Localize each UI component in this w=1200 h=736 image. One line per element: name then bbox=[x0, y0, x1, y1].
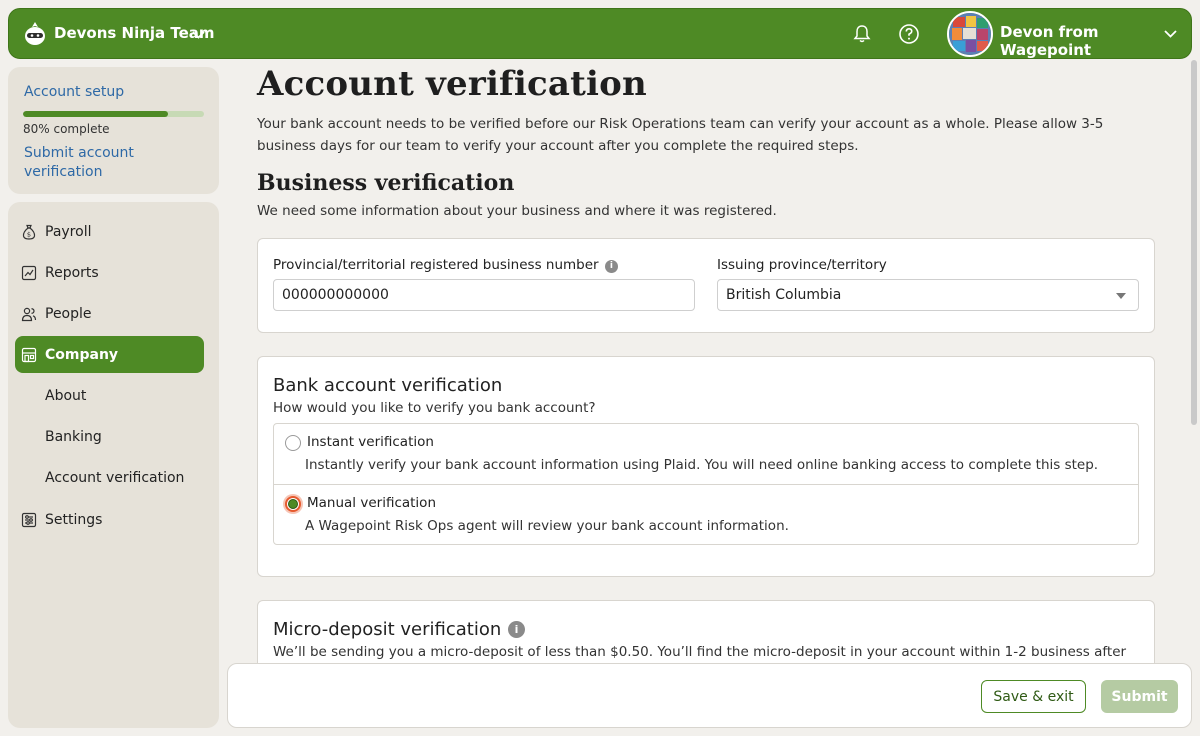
micro-deposit-card: Micro-deposit verification i We’ll be se… bbox=[257, 600, 1155, 670]
info-icon[interactable]: i bbox=[508, 621, 525, 638]
business-verification-subtitle: We need some information about your busi… bbox=[257, 203, 777, 219]
sidebar-item-label: Reports bbox=[45, 264, 99, 281]
business-number-label-text: Provincial/territorial registered busine… bbox=[273, 257, 599, 273]
business-info-card: Provincial/territorial registered busine… bbox=[257, 238, 1155, 333]
store-icon bbox=[21, 347, 37, 363]
sidebar-item-payroll[interactable]: $ Payroll bbox=[15, 213, 204, 250]
progress-text: 80% complete bbox=[23, 122, 110, 136]
avatar[interactable] bbox=[947, 11, 993, 57]
sidebar-item-label: Company bbox=[45, 346, 119, 363]
manual-verification-radio[interactable] bbox=[285, 496, 301, 512]
sidebar-item-company[interactable]: Company bbox=[15, 336, 204, 373]
chevron-down-icon[interactable] bbox=[1163, 26, 1178, 41]
action-footer: Save & exit Submit bbox=[227, 663, 1192, 728]
submit-verification-link[interactable]: Submit account verification bbox=[24, 144, 174, 182]
page-title: Account verification bbox=[257, 64, 647, 104]
sidebar-subitem-account-verification[interactable]: Account verification bbox=[45, 470, 184, 486]
micro-deposit-description: We’ll be sending you a micro-deposit of … bbox=[273, 644, 1127, 660]
sidebar-item-label: People bbox=[45, 305, 92, 322]
business-number-input[interactable] bbox=[273, 279, 695, 311]
bank-verification-subtitle: How would you like to verify you bank ac… bbox=[273, 400, 596, 416]
option-title: Instant verification bbox=[307, 434, 434, 450]
option-description: Instantly verify your bank account infor… bbox=[305, 457, 1099, 473]
setup-progress-bar bbox=[23, 111, 204, 117]
option-description: A Wagepoint Risk Ops agent will review y… bbox=[305, 518, 789, 534]
svg-text:$: $ bbox=[27, 231, 31, 239]
money-bag-icon: $ bbox=[22, 224, 36, 240]
sidebar-subitem-banking[interactable]: Banking bbox=[45, 429, 102, 445]
province-select[interactable]: British Columbia bbox=[717, 279, 1139, 311]
sidebar-nav: $ Payroll Reports People Company About B… bbox=[8, 202, 219, 728]
option-manual-verification[interactable]: Manual verification A Wagepoint Risk Ops… bbox=[274, 484, 1138, 545]
logo-icon[interactable] bbox=[21, 20, 49, 48]
settings-icon bbox=[21, 512, 37, 528]
bank-verification-card: Bank account verification How would you … bbox=[257, 356, 1155, 577]
setup-progress-fill bbox=[23, 111, 168, 117]
sidebar-item-reports[interactable]: Reports bbox=[15, 254, 204, 291]
save-exit-button[interactable]: Save & exit bbox=[981, 680, 1086, 713]
province-select-value: British Columbia bbox=[726, 287, 842, 303]
caret-down-icon bbox=[1116, 293, 1126, 299]
top-bar: Devons Ninja Team Devon from Wagepoint bbox=[8, 8, 1192, 59]
bell-icon[interactable] bbox=[852, 24, 872, 44]
submit-button[interactable]: Submit bbox=[1101, 680, 1178, 713]
account-setup-link[interactable]: Account setup bbox=[24, 84, 124, 100]
option-title: Manual verification bbox=[307, 495, 437, 511]
micro-deposit-title: Micro-deposit verification bbox=[273, 619, 502, 640]
help-icon[interactable] bbox=[898, 23, 920, 45]
sidebar-item-people[interactable]: People bbox=[15, 295, 204, 332]
business-number-label: Provincial/territorial registered busine… bbox=[273, 257, 618, 273]
sidebar-subitem-about[interactable]: About bbox=[45, 388, 86, 404]
sidebar-item-label: Payroll bbox=[45, 223, 92, 240]
instant-verification-radio[interactable] bbox=[285, 435, 301, 451]
sidebar-item-label: Settings bbox=[45, 511, 103, 528]
sidebar-item-settings[interactable]: Settings bbox=[15, 501, 204, 538]
verification-options: Instant verification Instantly verify yo… bbox=[273, 423, 1139, 545]
intro-text: Your bank account needs to be verified b… bbox=[257, 116, 1104, 154]
account-setup-card: Account setup 80% complete Submit accoun… bbox=[8, 67, 219, 194]
province-label: Issuing province/territory bbox=[717, 257, 887, 273]
chevron-down-icon[interactable] bbox=[191, 27, 206, 42]
option-instant-verification[interactable]: Instant verification Instantly verify yo… bbox=[274, 424, 1138, 485]
bank-verification-title: Bank account verification bbox=[273, 375, 503, 396]
business-verification-title: Business verification bbox=[257, 170, 515, 196]
scrollbar[interactable] bbox=[1191, 60, 1197, 425]
info-icon[interactable]: i bbox=[604, 260, 618, 273]
chart-icon bbox=[21, 265, 37, 281]
people-icon bbox=[21, 307, 37, 322]
